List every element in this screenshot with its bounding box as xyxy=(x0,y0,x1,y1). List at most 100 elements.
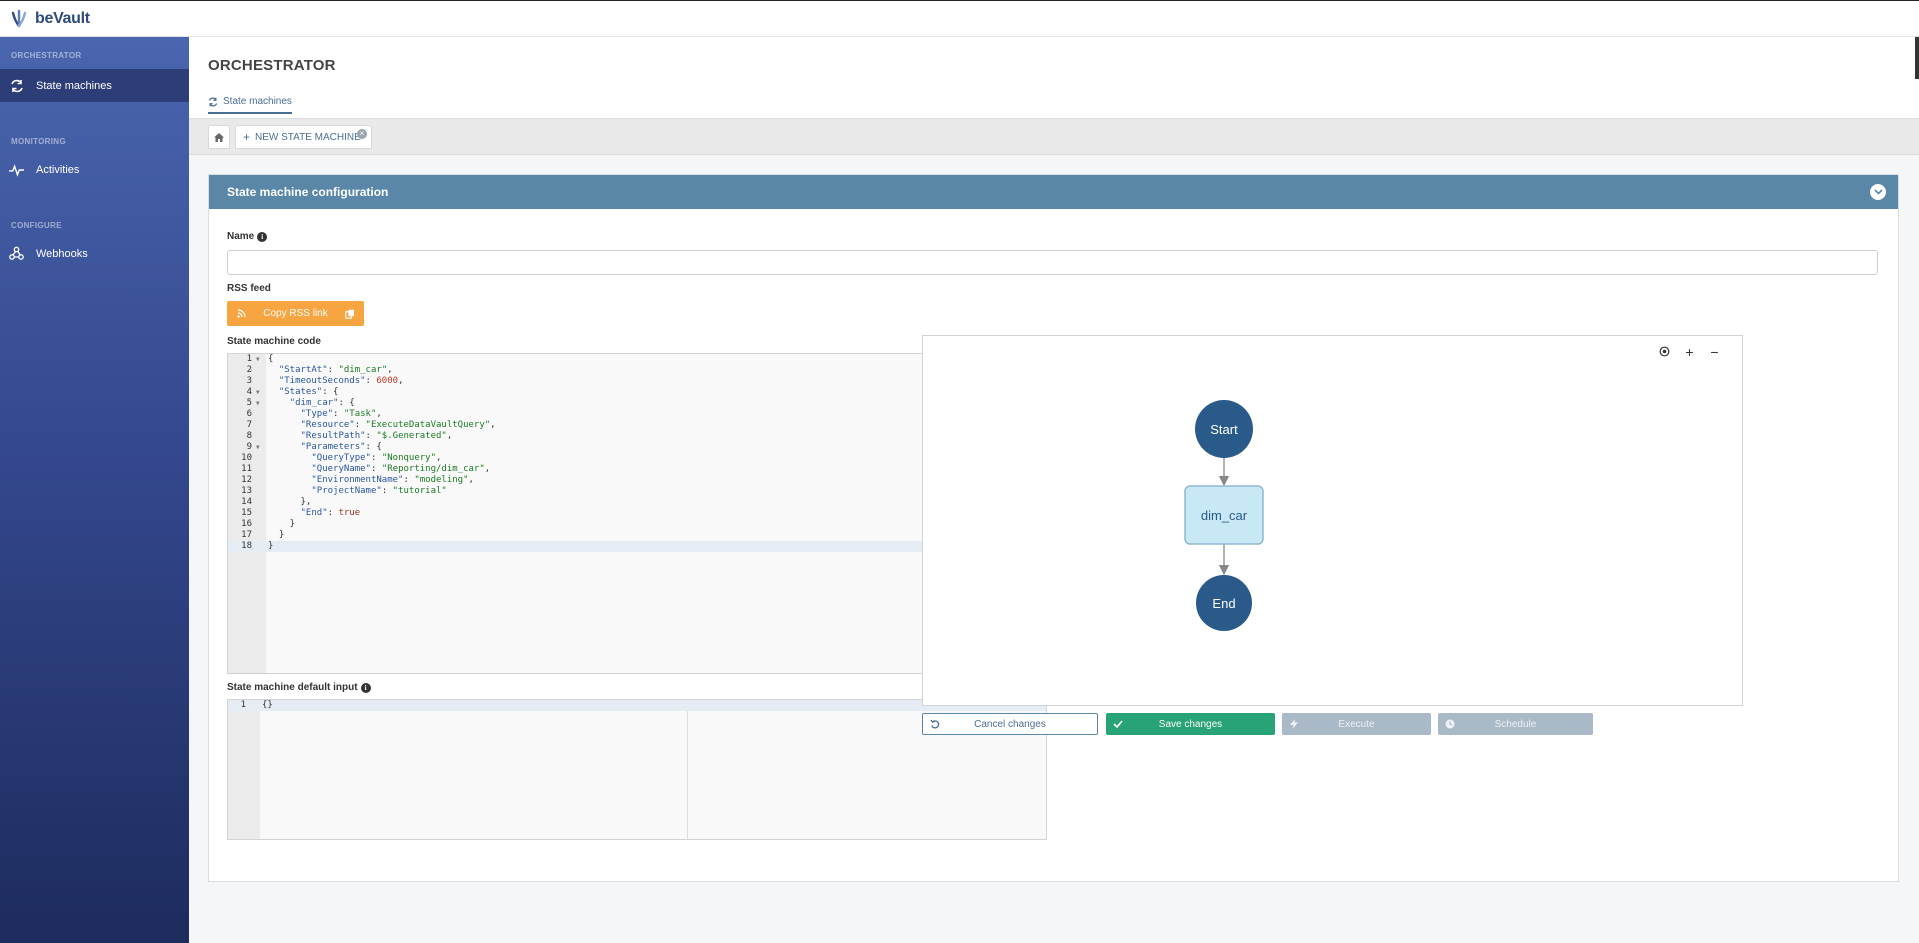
sidebar-section-configure: CONFIGURE xyxy=(11,221,62,230)
sidebar-item-label: Activities xyxy=(36,163,80,176)
tab-new-state-machine[interactable]: + NEW STATE MACHINE × xyxy=(235,125,372,149)
line-number: 1 xyxy=(246,354,252,364)
diagram-node-label: Start xyxy=(1210,422,1238,437)
schedule-label: Schedule xyxy=(1494,718,1537,730)
subnav-state-machines[interactable]: State machines xyxy=(208,96,292,114)
clock-icon xyxy=(1438,719,1462,729)
page-title: ORCHESTRATOR xyxy=(208,57,336,74)
diagram-node-label: End xyxy=(1212,596,1235,611)
code-text: "ResultPath": "$.Generated", xyxy=(300,431,453,441)
copy-icon xyxy=(336,309,364,319)
code-text: "dim_car": { xyxy=(289,398,355,408)
default-input-label-text: State machine default input xyxy=(227,682,358,693)
sidebar-item-label: State machines xyxy=(36,79,112,92)
code-text: {} xyxy=(262,700,273,710)
default-input-label: State machine default input i xyxy=(227,682,371,693)
tab-home[interactable] xyxy=(208,125,230,149)
logo-text: beVault xyxy=(35,9,90,27)
line-number: 18 xyxy=(241,541,252,551)
name-label-text: Name xyxy=(227,231,255,242)
tab-label: NEW STATE MACHINE xyxy=(255,131,361,143)
code-text: "Resource": "ExecuteDataVaultQuery", xyxy=(300,420,496,430)
editor-split xyxy=(687,700,688,839)
diagram-canvas: Start dim_car End xyxy=(1184,400,1264,631)
diagram-node-end[interactable]: End xyxy=(1196,575,1252,631)
sidebar-section-monitoring: MONITORING xyxy=(11,137,66,146)
check-icon xyxy=(1106,720,1130,728)
pulse-icon xyxy=(9,162,24,177)
sidebar: ORCHESTRATOR State machines MONITORING A… xyxy=(0,37,189,943)
code-text: } xyxy=(268,530,285,540)
code-text: "StartAt": "dim_car", xyxy=(278,365,393,375)
code-text: }, xyxy=(268,497,312,507)
code-text: "States": { xyxy=(278,387,339,397)
config-panel: State machine configuration Name i RSS f… xyxy=(208,174,1899,882)
code-text: } xyxy=(268,541,274,551)
arrows-cycle-icon xyxy=(9,78,24,93)
fold-toggle-icon[interactable]: ▼ xyxy=(256,442,260,453)
page-header: ORCHESTRATOR State machines xyxy=(189,37,1919,118)
line-number: 3 xyxy=(246,376,252,386)
line-number: 10 xyxy=(241,453,252,463)
cancel-changes-button[interactable]: Cancel changes xyxy=(922,713,1098,735)
plus-icon: + xyxy=(243,130,251,144)
lightning-icon xyxy=(1282,719,1306,729)
fold-toggle-icon[interactable]: ▼ xyxy=(256,387,260,398)
code-text: "QueryType": "Nonquery", xyxy=(311,453,442,463)
line-number: 6 xyxy=(246,409,252,419)
code-text: "Type": "Task", xyxy=(300,409,382,419)
home-icon xyxy=(214,132,224,142)
line-number: 15 xyxy=(241,508,252,518)
schedule-button[interactable]: Schedule xyxy=(1438,713,1593,735)
save-changes-button[interactable]: Save changes xyxy=(1106,713,1275,735)
line-number: 8 xyxy=(246,431,252,441)
code-text: "ProjectName": "tutorial" xyxy=(311,486,447,496)
diagram-node-label: dim_car xyxy=(1201,508,1248,523)
code-text: "End": true xyxy=(300,508,361,518)
panel-title: State machine configuration xyxy=(227,185,389,199)
line-number: 9 xyxy=(246,442,252,452)
code-label: State machine code xyxy=(227,336,321,347)
code-text: "EnvironmentName": "modeling", xyxy=(311,475,474,485)
sidebar-item-state-machines[interactable]: State machines xyxy=(0,69,189,102)
code-text: { xyxy=(268,354,274,364)
line-number: 12 xyxy=(241,475,252,485)
code-text: } xyxy=(268,519,296,529)
copy-rss-link-button[interactable]: Copy RSS link xyxy=(227,301,364,326)
execute-button[interactable]: Execute xyxy=(1282,713,1431,735)
code-text: "Parameters": { xyxy=(300,442,382,452)
chevron-down-icon xyxy=(1873,189,1883,195)
editor-gutter xyxy=(228,700,260,839)
line-number: 16 xyxy=(241,519,252,529)
execute-label: Execute xyxy=(1338,718,1375,730)
arrows-cycle-icon xyxy=(208,97,218,106)
info-icon[interactable]: i xyxy=(360,682,371,693)
name-input[interactable] xyxy=(227,250,1878,275)
fold-toggle-icon[interactable]: ▼ xyxy=(256,354,260,365)
line-number: 4 xyxy=(246,387,252,397)
top-bar: beVault xyxy=(0,0,1919,37)
panel-header[interactable]: State machine configuration xyxy=(209,175,1898,209)
rss-label: RSS feed xyxy=(227,283,271,294)
undo-icon xyxy=(923,719,947,729)
code-text: "TimeoutSeconds": 6000, xyxy=(278,376,404,386)
fold-toggle-icon[interactable]: ▼ xyxy=(256,398,260,409)
code-text: "QueryName": "Reporting/dim_car", xyxy=(311,464,491,474)
diagram-node-start[interactable]: Start xyxy=(1195,400,1253,458)
sidebar-item-activities[interactable]: Activities xyxy=(0,153,189,186)
name-label: Name i xyxy=(227,231,268,242)
subnav-label: State machines xyxy=(223,96,292,107)
tab-bar: + NEW STATE MACHINE × xyxy=(189,118,1919,155)
app-logo[interactable]: beVault xyxy=(10,8,90,30)
sidebar-item-webhooks[interactable]: Webhooks xyxy=(0,237,189,270)
sidebar-item-label: Webhooks xyxy=(36,247,88,260)
sidebar-section-orchestrator: ORCHESTRATOR xyxy=(11,51,82,60)
collapse-button[interactable] xyxy=(1870,184,1886,200)
close-icon[interactable]: × xyxy=(357,129,367,139)
info-icon[interactable]: i xyxy=(257,231,268,242)
line-number: 2 xyxy=(246,365,252,375)
line-number: 1 xyxy=(240,700,246,710)
diagram-node-dim-car[interactable]: dim_car xyxy=(1184,485,1264,545)
state-diagram[interactable]: + − Start dim_car End xyxy=(922,335,1743,706)
rss-button-label: Copy RSS link xyxy=(263,308,328,319)
